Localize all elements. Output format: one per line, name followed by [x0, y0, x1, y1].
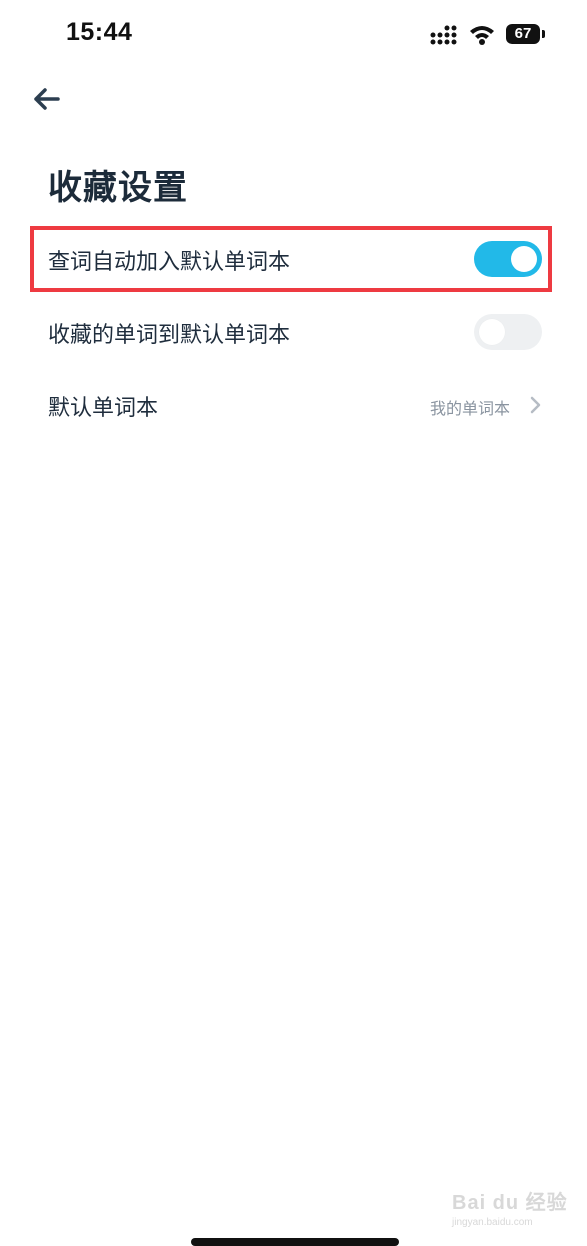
arrow-left-icon[interactable] [30, 84, 64, 114]
watermark: Bai du 经验 jingyan.baidu.com [452, 1186, 582, 1236]
fav-to-default-label: 收藏的单词到默认单词本 [48, 323, 291, 348]
chevron-right-icon [530, 396, 541, 414]
default-book-label: 默认单词本 [48, 396, 159, 421]
highlight-box [30, 226, 552, 292]
status-time: 15:44 [66, 18, 133, 46]
setting-row-fav-to-default: 收藏的单词到默认单词本 [48, 309, 542, 355]
setting-row-default-book[interactable]: 默认单词本 我的单词本 [48, 382, 542, 428]
battery-icon: 67 [506, 24, 545, 44]
page-title: 收藏设置 [48, 168, 188, 208]
fav-to-default-toggle[interactable] [474, 314, 542, 350]
default-book-value: 我的单词本 [429, 399, 510, 418]
home-indicator[interactable] [191, 1238, 399, 1246]
status-bar: 15:44 67 [0, 0, 587, 70]
toggle-knob [479, 319, 505, 345]
wifi-icon [470, 26, 494, 45]
signal-icon [430, 25, 457, 45]
watermark-logo: Bai du 经验 [452, 1192, 568, 1214]
watermark-url: jingyan.baidu.com [452, 1217, 533, 1228]
